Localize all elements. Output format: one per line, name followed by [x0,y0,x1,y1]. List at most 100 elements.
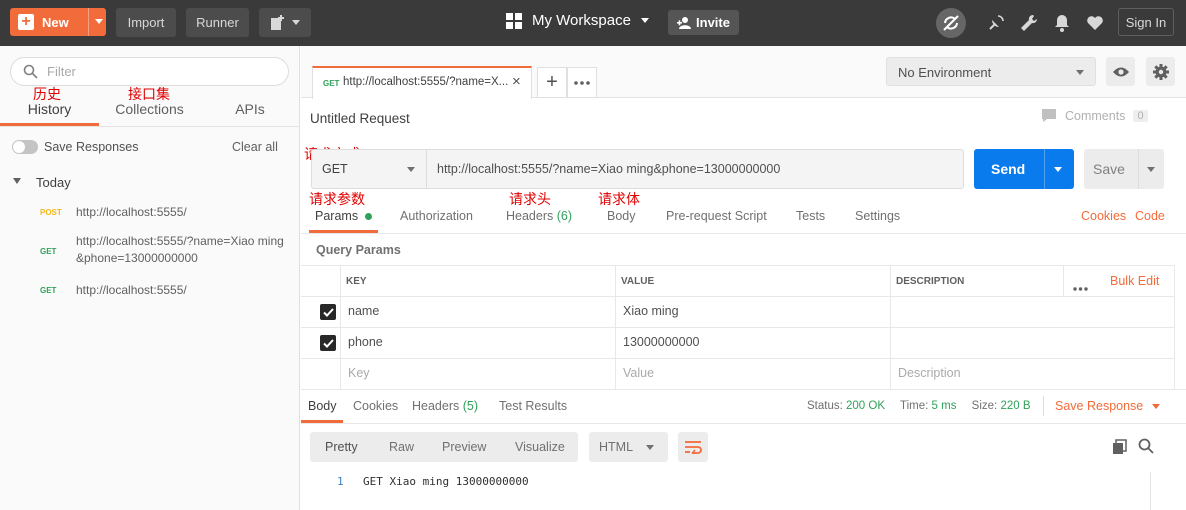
save-options-caret-icon[interactable] [1147,167,1155,172]
bulk-edit-link[interactable]: Bulk Edit [1110,274,1159,288]
workspace-switcher[interactable]: My Workspace [506,12,649,29]
history-url: http://localhost:5555/?name=Xiao ming&ph… [76,234,284,265]
row-checkbox[interactable] [320,335,336,351]
chevron-down-icon [1152,403,1161,409]
column-header-value: VALUE [621,276,655,287]
search-icon [1138,438,1154,454]
send-options-caret-icon[interactable] [1054,167,1062,172]
new-value-input[interactable]: Value [623,366,654,380]
method-select[interactable]: GET [312,150,427,188]
new-window-icon [271,14,284,30]
wrench-icon [1021,14,1038,31]
new-button[interactable]: + New [10,8,106,36]
save-button[interactable]: Save [1084,149,1164,189]
chevron-down-icon [1076,70,1084,75]
method-badge: POST [40,208,62,217]
tab-params[interactable]: Params [315,209,372,223]
settings-button[interactable] [1018,12,1040,34]
environment-select[interactable]: No Environment [886,57,1096,86]
code-link[interactable]: Code [1135,209,1165,223]
history-item[interactable]: GET http://localhost:5555/ [0,282,300,304]
param-key[interactable]: phone [348,335,383,349]
request-tab[interactable]: GET http://localhost:5555/?name=X... × [312,66,532,99]
more-horizontal-icon [574,80,590,85]
view-mode-visualize[interactable]: Visualize [515,440,565,454]
sync-status-button[interactable] [936,8,966,38]
save-responses-toggle[interactable] [12,140,38,154]
send-button[interactable]: Send [974,149,1074,189]
tab-pre-request-script[interactable]: Pre-request Script [666,209,767,223]
time-value[interactable]: 5 ms [932,400,957,412]
view-mode-raw[interactable]: Raw [389,440,414,454]
tab-settings[interactable]: Settings [855,209,900,223]
status-value[interactable]: 200 OK [846,400,885,412]
tab-headers[interactable]: Headers (6) [506,209,572,223]
favorites-button[interactable] [1084,12,1106,34]
save-label: Save [1093,161,1125,177]
runner-button[interactable]: Runner [186,8,249,37]
sign-in-button[interactable]: Sign In [1118,8,1174,36]
response-tab-test-results[interactable]: Test Results [499,399,567,413]
interceptor-button[interactable] [985,12,1007,34]
response-body-editor[interactable]: 1 GET Xiao ming 13000000000 [301,472,1186,510]
comments-label: Comments [1065,108,1126,123]
manage-environments-button[interactable] [1146,57,1175,86]
params-active-dot [364,213,372,220]
response-tab-body[interactable]: Body [308,399,337,413]
copy-button[interactable] [1112,439,1128,458]
request-tab-strip: GET http://localhost:5555/?name=X... × +… [301,46,1186,99]
column-options-button[interactable] [1073,279,1088,294]
view-mode-pretty[interactable]: Pretty [325,440,358,454]
add-tab-button[interactable]: + [537,67,567,98]
filter-box[interactable] [10,57,289,86]
param-value[interactable]: Xiao ming [623,304,679,318]
notifications-button[interactable] [1051,12,1073,34]
tab-collections[interactable]: Collections [99,101,200,117]
tab-body[interactable]: Body [607,209,636,223]
new-window-button[interactable] [259,8,311,37]
size-value[interactable]: 220 B [1000,400,1030,412]
environment-quick-look-button[interactable] [1106,57,1135,86]
wrap-lines-button[interactable] [678,432,708,462]
request-title[interactable]: Untitled Request [310,111,410,126]
gear-icon [1152,63,1169,80]
response-tab-cookies[interactable]: Cookies [353,399,398,413]
workspace-grid-icon [506,12,522,29]
history-item[interactable]: GET http://localhost:5555/?name=Xiao min… [0,233,300,269]
new-window-caret-icon [292,20,300,25]
save-response-button[interactable]: Save Response [1055,399,1161,413]
cookies-link[interactable]: Cookies [1081,209,1126,223]
history-item[interactable]: POST http://localhost:5555/ [0,204,300,226]
url-input[interactable]: http://localhost:5555/?name=Xiao ming&ph… [437,162,780,176]
tab-authorization[interactable]: Authorization [400,209,473,223]
response-headers-count: (5) [462,399,479,413]
tab-history[interactable]: History [0,101,99,117]
invite-label: Invite [696,15,730,30]
filter-input[interactable] [47,64,277,79]
response-tab-headers-label: Headers [412,399,460,413]
tab-apis[interactable]: APIs [200,101,300,117]
new-description-input[interactable]: Description [898,366,961,380]
response-tab-headers[interactable]: Headers (5) [412,399,478,413]
workspace-label: My Workspace [532,12,631,29]
save-responses-label: Save Responses [44,140,139,154]
collapse-today-icon[interactable] [13,178,21,184]
new-dropdown-caret-icon[interactable] [95,19,103,24]
new-key-input[interactable]: Key [348,366,370,380]
column-header-key: KEY [346,276,367,287]
clear-all-button[interactable]: Clear all [232,140,278,154]
invite-button[interactable]: Invite [668,10,739,35]
search-response-button[interactable] [1138,438,1154,457]
response-meta: Status: 200 OK Time: 5 ms Size: 220 B [807,400,1031,412]
view-mode-preview[interactable]: Preview [442,440,486,454]
comments-button[interactable]: Comments 0 [1041,108,1148,123]
format-select[interactable]: HTML [589,432,668,462]
close-tab-icon[interactable]: × [512,73,521,90]
param-value[interactable]: 13000000000 [623,335,699,349]
line-number: 1 [337,475,344,488]
param-key[interactable]: name [348,304,379,318]
tab-options-button[interactable] [567,67,597,98]
tab-tests[interactable]: Tests [796,209,825,223]
row-checkbox[interactable] [320,304,336,320]
import-button[interactable]: Import [116,8,176,37]
